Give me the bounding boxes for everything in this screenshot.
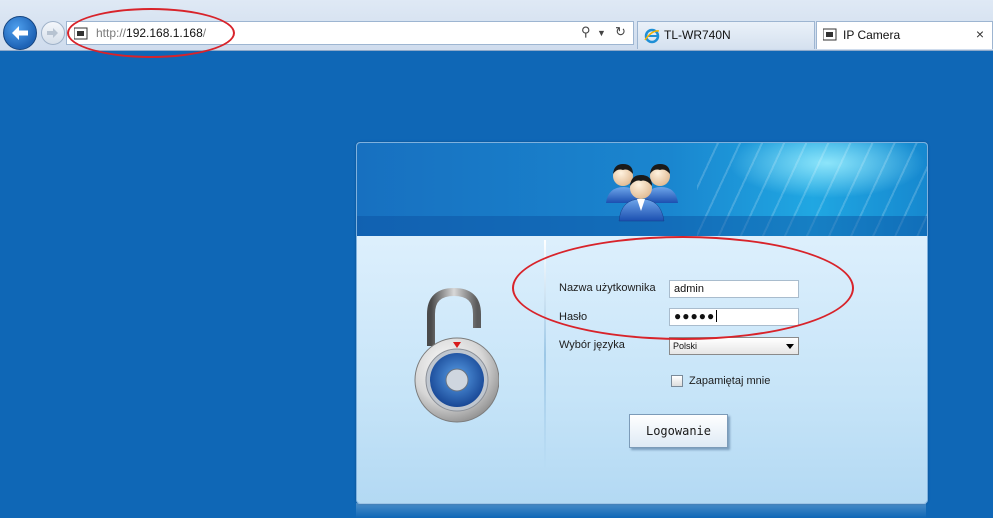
padlock-icon [414, 288, 499, 423]
tab-tl-wr740n[interactable]: TL-WR740N [637, 21, 815, 49]
search-icon[interactable]: ⚲ [581, 24, 591, 40]
username-field[interactable]: admin [669, 280, 799, 298]
refresh-icon[interactable]: ↻ [615, 24, 626, 40]
login-button[interactable]: Logowanie [629, 414, 728, 448]
remember-label: Zapamiętaj mnie [689, 375, 771, 387]
close-tab-icon[interactable]: × [976, 26, 984, 42]
url-text: http://192.168.1.168/ [96, 26, 206, 40]
url-host: 192.168.1.168 [126, 26, 203, 40]
address-bar[interactable]: http://192.168.1.168/ ⚲ ▼ ↻ [66, 21, 634, 45]
language-select[interactable]: Polski [669, 337, 799, 355]
panel-divider [544, 240, 546, 470]
tab-label: TL-WR740N [664, 28, 731, 42]
ie-icon [644, 28, 660, 44]
language-label: Wybór języka [559, 339, 625, 351]
login-banner [357, 143, 927, 236]
password-field[interactable]: ●●●●● [669, 308, 799, 326]
language-selected: Polski [673, 341, 698, 351]
chevron-down-icon [786, 344, 794, 349]
url-scheme: http:// [96, 26, 127, 40]
back-arrow-icon [12, 26, 28, 40]
tab-label: IP Camera [843, 28, 901, 42]
remember-checkbox[interactable] [671, 375, 683, 387]
forward-arrow-icon [47, 28, 58, 38]
site-camera-icon [74, 27, 88, 40]
password-label: Hasło [559, 311, 588, 323]
back-button[interactable] [3, 16, 37, 50]
panel-reflection [356, 503, 926, 518]
forward-button[interactable] [41, 21, 65, 45]
site-camera-icon [823, 28, 837, 41]
password-mask: ●●●●● [674, 309, 716, 323]
login-panel: Nazwa użytkownika admin Hasło ●●●●● Wybó… [356, 142, 928, 504]
url-path: / [202, 26, 207, 40]
browser-chrome: http://192.168.1.168/ ⚲ ▼ ↻ TL-WR740N IP… [0, 0, 993, 51]
text-caret [716, 310, 718, 322]
users-icon [606, 164, 678, 222]
dropdown-icon[interactable]: ▼ [597, 28, 606, 38]
tab-ip-camera[interactable]: IP Camera × [816, 21, 993, 49]
username-label: Nazwa użytkownika [559, 282, 656, 294]
login-content: Nazwa użytkownika admin Hasło ●●●●● Wybó… [357, 236, 927, 503]
